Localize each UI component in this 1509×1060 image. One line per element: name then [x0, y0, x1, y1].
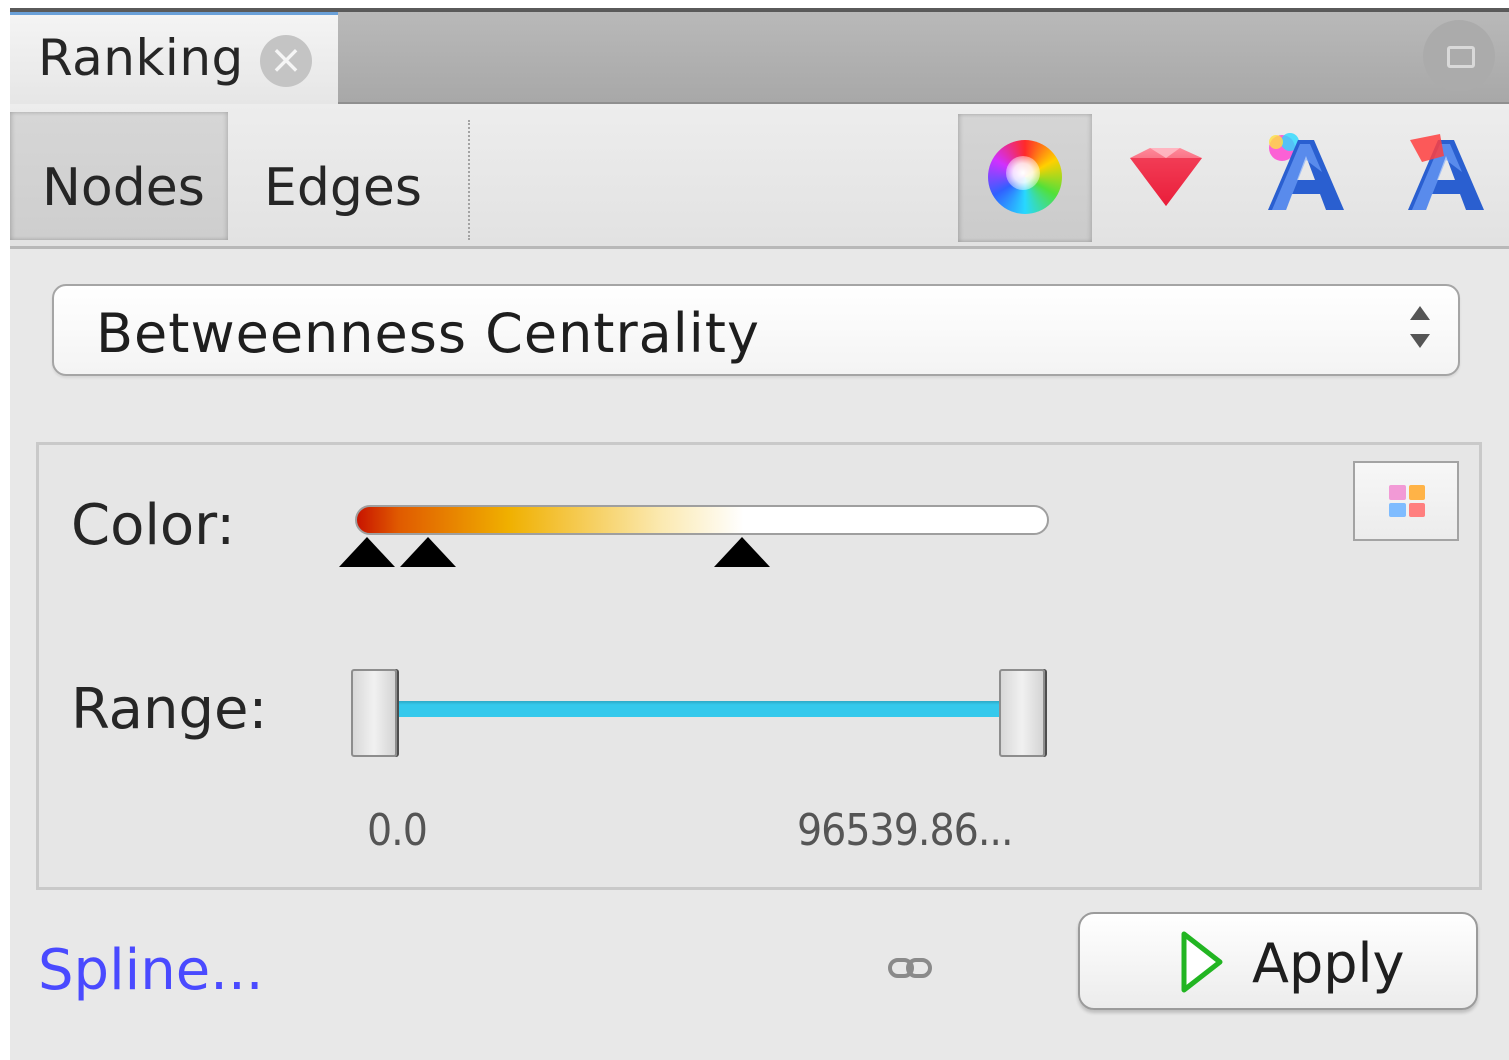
- color-stop-handle[interactable]: [339, 537, 395, 567]
- size-transformer-button[interactable]: [1120, 144, 1210, 214]
- color-wheel-icon: [988, 140, 1062, 214]
- edges-toggle-button[interactable]: Edges: [230, 112, 466, 240]
- range-high-handle[interactable]: [999, 669, 1045, 757]
- ranking-attribute-select[interactable]: Betweenness Centrality: [52, 284, 1460, 376]
- range-min-value: 0.0: [367, 805, 428, 856]
- color-stop-handle[interactable]: [400, 537, 457, 567]
- restore-window-button[interactable]: [1423, 20, 1495, 92]
- updown-arrows-icon: [1408, 304, 1432, 356]
- edges-label: Edges: [264, 158, 422, 218]
- color-label: Color:: [71, 493, 236, 558]
- ranking-toolbar: Nodes Edges: [10, 104, 1509, 249]
- tab-ranking[interactable]: Ranking ×: [10, 12, 338, 104]
- color-transformer-button[interactable]: [958, 114, 1092, 242]
- size-diamond-icon: [1130, 148, 1202, 206]
- spline-link[interactable]: Spline...: [38, 938, 264, 1003]
- play-icon: [1181, 931, 1223, 993]
- toolbar-separator: [468, 120, 470, 240]
- label-color-transformer-button[interactable]: [1260, 130, 1350, 220]
- transformer-settings: Color: Range: 0.0 96539.86...: [36, 442, 1482, 890]
- nodes-toggle-button[interactable]: Nodes: [10, 112, 228, 240]
- tab-bar: Ranking ×: [10, 12, 1509, 104]
- ranking-panel: Ranking × Nodes Edges Betweenness Centra…: [10, 8, 1509, 1060]
- palette-icon: [1389, 485, 1425, 517]
- color-stop-handle[interactable]: [714, 537, 771, 567]
- link-icon[interactable]: [888, 956, 932, 980]
- apply-label: Apply: [1252, 932, 1405, 995]
- close-icon[interactable]: ×: [260, 35, 312, 87]
- range-label: Range:: [71, 677, 268, 742]
- color-gradient-bar[interactable]: [355, 505, 1049, 535]
- restore-icon: [1447, 46, 1475, 68]
- range-max-value: 96539.86...: [797, 805, 1014, 856]
- apply-button[interactable]: Apply: [1078, 912, 1478, 1010]
- range-track: [373, 701, 1021, 717]
- label-color-icon: [1268, 133, 1344, 210]
- label-size-transformer-button[interactable]: [1400, 130, 1490, 220]
- tab-ranking-label: Ranking: [38, 29, 244, 87]
- label-size-icon: [1408, 134, 1484, 210]
- nodes-label: Nodes: [42, 158, 205, 218]
- palette-button[interactable]: [1353, 461, 1459, 541]
- ranking-attribute-value: Betweenness Centrality: [96, 302, 760, 365]
- range-low-handle[interactable]: [351, 669, 397, 757]
